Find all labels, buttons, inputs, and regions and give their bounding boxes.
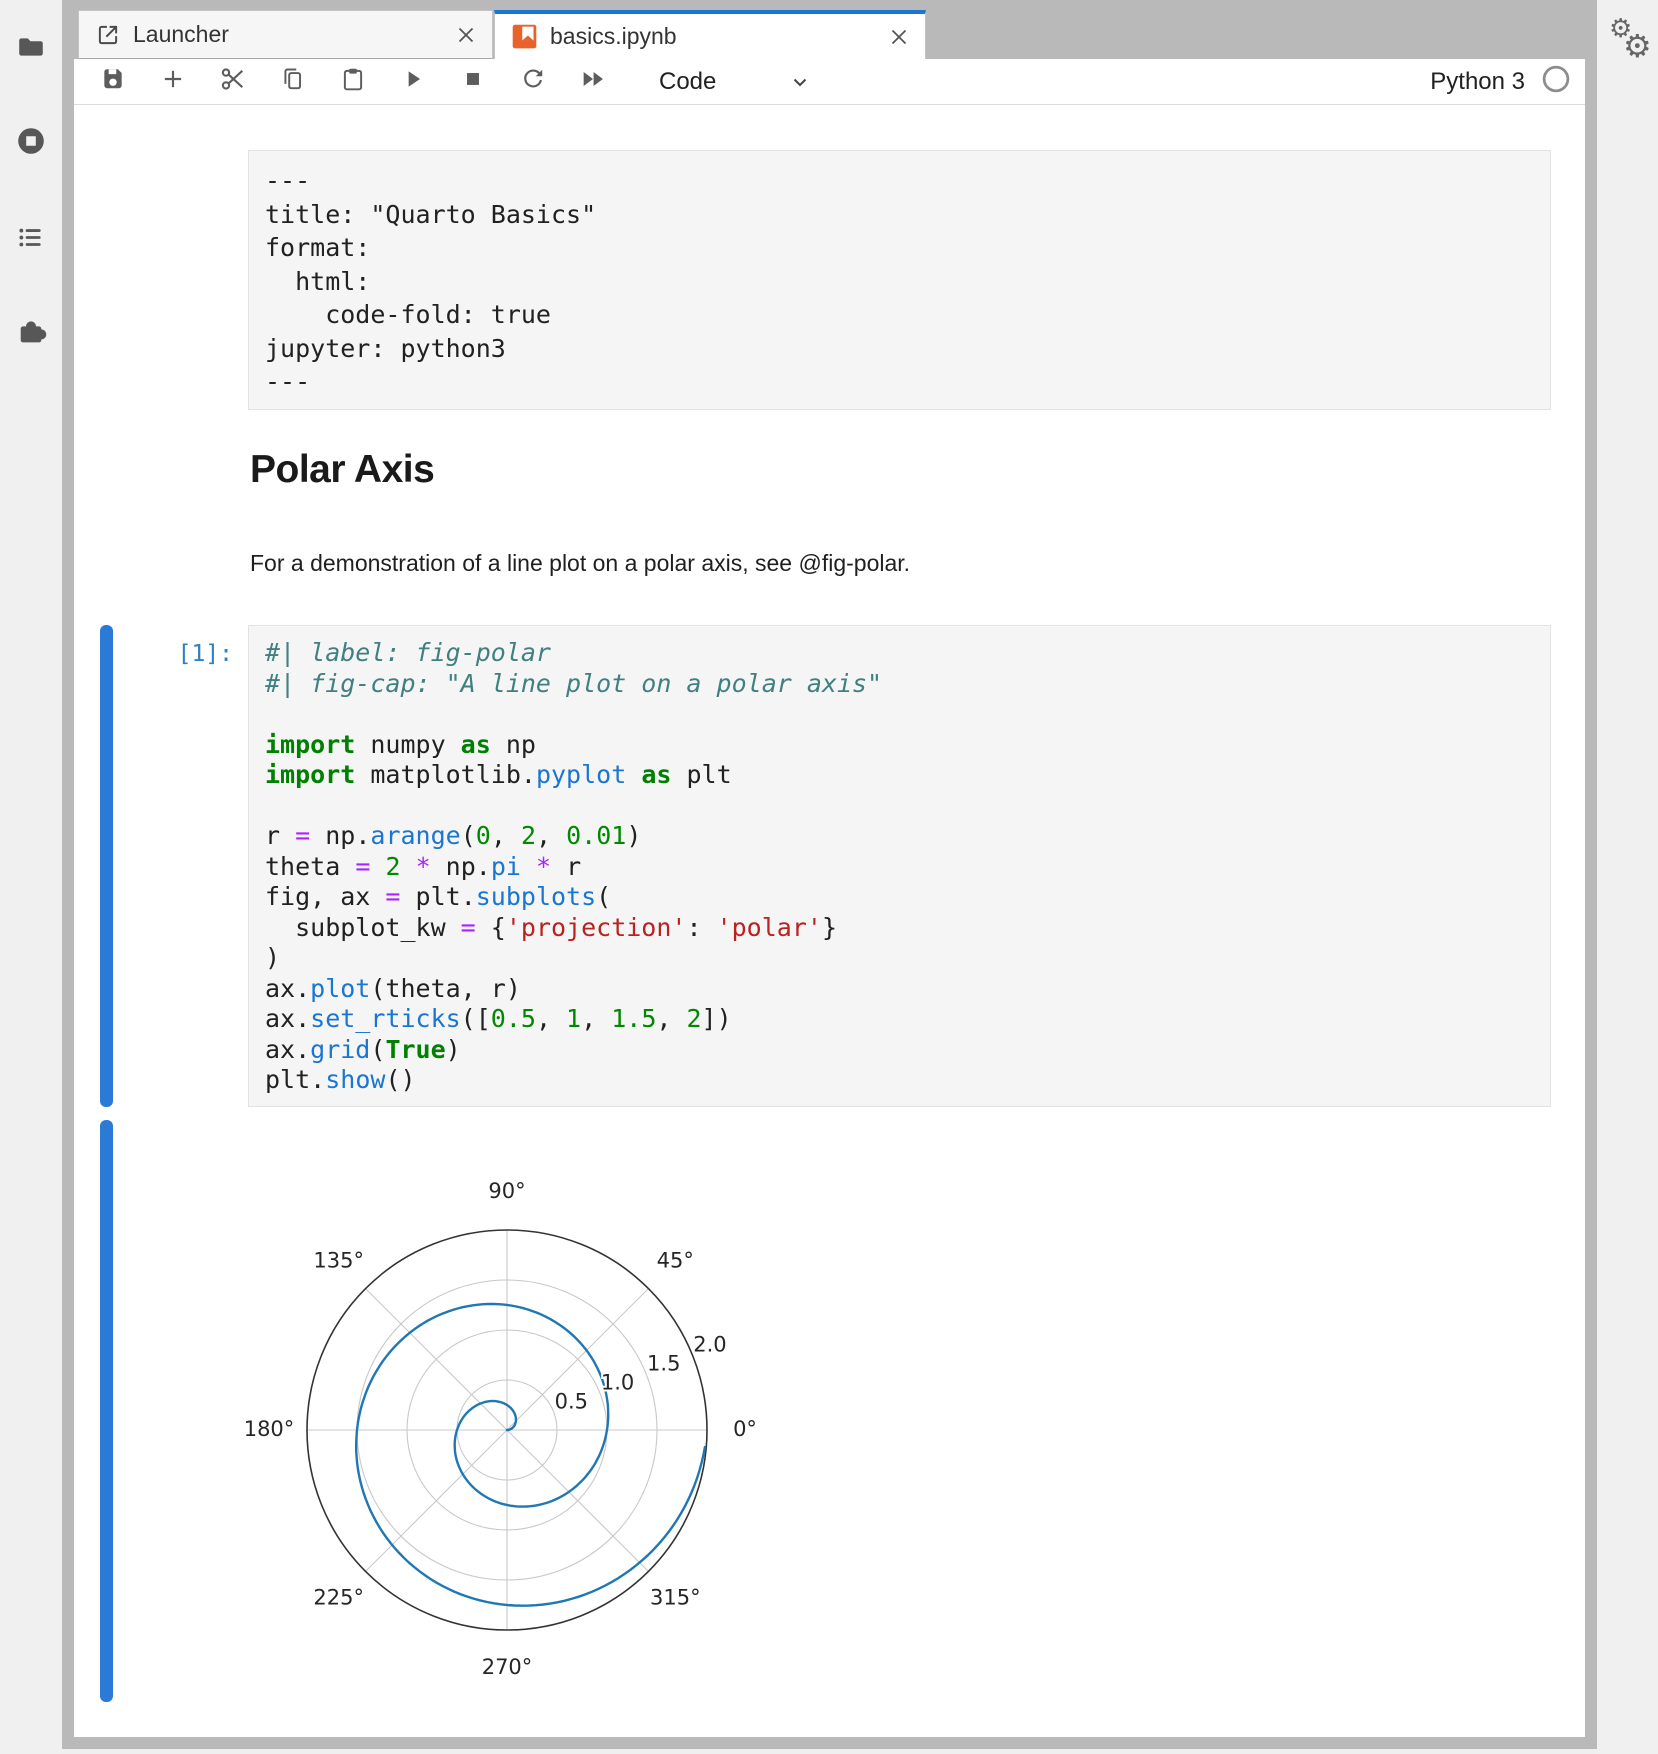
- close-icon[interactable]: [887, 25, 911, 49]
- copy-cell-button[interactable]: [275, 62, 311, 102]
- running-kernels-button[interactable]: [0, 112, 62, 174]
- input-collapser-bar[interactable]: [100, 625, 113, 1107]
- restart-kernel-button[interactable]: [515, 62, 551, 102]
- svg-text:135°: 135°: [313, 1249, 364, 1273]
- kernel-indicator[interactable]: Python 3: [1430, 64, 1571, 99]
- svg-text:45°: 45°: [657, 1249, 694, 1273]
- code-content: #| label: fig-polar #| fig-cap: "A line …: [249, 626, 1550, 1108]
- folder-icon: [16, 32, 46, 67]
- chevron-down-icon: [788, 70, 812, 94]
- running-kernels-icon: [15, 125, 47, 162]
- file-browser-button[interactable]: [0, 18, 62, 80]
- close-icon[interactable]: [454, 23, 478, 47]
- svg-text:225°: 225°: [313, 1585, 364, 1609]
- markdown-paragraph: For a demonstration of a line plot on a …: [250, 550, 910, 577]
- code-cell-editor[interactable]: #| label: fig-polar #| fig-cap: "A line …: [248, 625, 1551, 1107]
- svg-text:90°: 90°: [488, 1179, 525, 1203]
- svg-text:2.0: 2.0: [693, 1332, 726, 1356]
- execution-count-prompt: [1]:: [105, 641, 233, 667]
- table-of-contents-icon: [16, 222, 46, 257]
- svg-text:1.0: 1.0: [601, 1371, 634, 1395]
- stop-icon: [460, 66, 486, 97]
- save-button[interactable]: [95, 62, 131, 102]
- svg-text:180°: 180°: [244, 1417, 295, 1441]
- restart-run-all-button[interactable]: [575, 62, 611, 102]
- kernel-name: Python 3: [1430, 68, 1525, 96]
- polar-plot-output: 0° 45° 90° 135° 180° 225° 270° 315° 0.5 1.0 1.5 2.0: [227, 1158, 787, 1703]
- save-icon: [100, 66, 126, 97]
- run-icon: [400, 66, 426, 97]
- output-collapser-bar[interactable]: [100, 1120, 113, 1702]
- add-cell-icon: [160, 66, 186, 97]
- fast-forward-icon: [579, 65, 607, 98]
- svg-text:0.5: 0.5: [555, 1390, 588, 1414]
- cut-icon: [219, 65, 247, 98]
- paste-cell-button[interactable]: [335, 62, 371, 102]
- svg-text:1.5: 1.5: [647, 1351, 680, 1375]
- extensions-puzzle-icon: [15, 315, 47, 352]
- tab-notebook-label: basics.ipynb: [550, 23, 887, 50]
- tab-launcher-label: Launcher: [133, 21, 454, 48]
- table-of-contents-button[interactable]: [0, 208, 62, 270]
- tab-launcher[interactable]: Launcher: [78, 10, 493, 59]
- raw-yaml-cell[interactable]: --- title: "Quarto Basics" format: html:…: [248, 150, 1551, 410]
- svg-text:0°: 0°: [733, 1417, 757, 1441]
- raw-yaml-content: --- title: "Quarto Basics" format: html:…: [249, 151, 1550, 412]
- gear-icon: ⚙: [1623, 30, 1652, 62]
- notebook-icon: [511, 23, 538, 50]
- cell-type-dropdown[interactable]: Code: [659, 68, 812, 96]
- cut-cell-button[interactable]: [215, 62, 251, 102]
- left-sidebar: [0, 0, 62, 1754]
- notebook-toolbar: Code Python 3: [74, 59, 1585, 105]
- svg-text:270°: 270°: [482, 1655, 533, 1679]
- interrupt-kernel-button[interactable]: [455, 62, 491, 102]
- copy-icon: [280, 66, 306, 97]
- tab-notebook[interactable]: basics.ipynb: [494, 10, 926, 59]
- extensions-button[interactable]: [0, 302, 62, 364]
- right-sidebar: ⚙ ⚙: [1597, 0, 1658, 1754]
- restart-icon: [520, 66, 546, 97]
- markdown-heading: Polar Axis: [250, 448, 434, 492]
- cell-type-value: Code: [659, 68, 716, 96]
- svg-text:315°: 315°: [650, 1585, 701, 1609]
- kernel-idle-circle: [1541, 64, 1571, 99]
- launcher-icon: [95, 22, 121, 48]
- run-cell-button[interactable]: [395, 62, 431, 102]
- paste-icon: [340, 66, 366, 97]
- add-cell-button[interactable]: [155, 62, 191, 102]
